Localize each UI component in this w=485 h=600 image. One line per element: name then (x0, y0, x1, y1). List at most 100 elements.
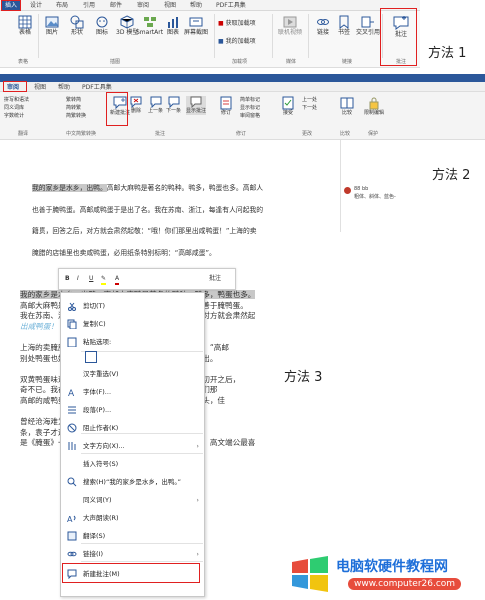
table-icon (18, 15, 32, 29)
menu-item-3[interactable]: 汉字重选(V) (61, 365, 206, 383)
ribbon2-tab-bar: 审阅 视图 帮助 PDF工具集 (0, 82, 485, 92)
next-comment-button[interactable]: 下一条 (166, 96, 181, 115)
tab-pdf-2[interactable]: PDF工具集 (82, 83, 112, 92)
shapes-icon (70, 15, 84, 29)
translate-icon (67, 531, 77, 541)
bookmark-button[interactable]: 书签 (337, 15, 351, 37)
mini-comment-button[interactable]: 批注 (209, 275, 221, 283)
method-2-label: 方法 2 (432, 168, 471, 183)
smartart-icon (143, 17, 156, 27)
context-menu: 剪切(T) 复制(C) 粘贴选项: 汉字重选(V) A 字体(F)... 段落(P)... 阻… (60, 292, 205, 597)
tab-mailings[interactable]: 邮件 (110, 1, 122, 10)
highlight-icon[interactable]: ✎ (101, 275, 107, 285)
show-comments-icon (190, 96, 202, 108)
highlight-insert-tab (1, 0, 21, 11)
track-changes-button[interactable]: 修订 (220, 96, 232, 117)
italic-icon[interactable]: I (77, 275, 79, 283)
screenshot-button[interactable]: 屏幕截图 (184, 15, 208, 37)
font-color-icon[interactable]: A (115, 275, 120, 285)
menu-item-label: 字体(F)... (83, 388, 112, 396)
block-author-icon (67, 423, 77, 433)
menu-item-label: 复制(C) (83, 320, 106, 328)
compare-button[interactable]: 比较 (340, 96, 354, 117)
chevron-right-icon: › (196, 496, 199, 504)
menu-item-10[interactable]: 同义词(Y) › (61, 491, 206, 509)
menu-item-label: 搜索(H)“我的家乡是水乡，出鸭。” (83, 478, 181, 486)
menu-separator (81, 433, 203, 434)
get-addins-button[interactable]: ■ 获取加载项 (218, 20, 256, 28)
avatar (344, 187, 351, 194)
menu-item-9[interactable]: 搜索(H)“我的家乡是水乡，出鸭。” (61, 473, 206, 491)
menu-item-6[interactable]: 阻止作者(K) (61, 419, 206, 437)
accept-icon (282, 96, 294, 110)
tab-help-2[interactable]: 帮助 (58, 83, 70, 92)
menu-item-8[interactable]: 插入符号(S) (61, 455, 206, 473)
tab-layout[interactable]: 布局 (56, 1, 68, 10)
online-video-button[interactable]: 联机视频 (278, 15, 302, 37)
method-3-label: 方法 3 (284, 370, 323, 385)
delete-comment-button[interactable]: 删除 (130, 96, 142, 115)
doc-line: 我的家乡是水乡，出鸭。高邮大麻鸭是著名的鸭种。鸭多，鸭蛋也多。高邮人 (32, 184, 264, 192)
doc-line: 腌腊的店铺里也卖咸鸭蛋，必用纸条特别标明：“高邮咸蛋”。 (32, 249, 216, 258)
menu-item-2[interactable]: 粘贴选项: (61, 333, 206, 351)
store-icon: ■ (218, 20, 224, 27)
copy-icon (67, 319, 77, 329)
search-icon (67, 477, 77, 487)
tab-references[interactable]: 引用 (83, 1, 95, 10)
menu-item-label: 段落(P)... (83, 406, 112, 414)
comment-author: 88 bb (354, 186, 369, 192)
comment-text: 粗体、斜体、蓝色- (354, 194, 396, 200)
menu-item-label: 插入符号(S) (83, 460, 119, 468)
tab-pdf[interactable]: PDF工具集 (216, 1, 246, 10)
menu-item-0[interactable]: 剪切(T) (61, 297, 206, 315)
bold-icon[interactable]: B (65, 275, 70, 283)
cube-icon (120, 15, 134, 29)
menu-item-11[interactable]: A 大声朗读(R) (61, 509, 206, 527)
picture-button[interactable]: 图片 (45, 15, 59, 37)
icons-button[interactable]: 图标 (95, 15, 109, 37)
link-button[interactable]: 链接 (316, 15, 330, 37)
cross-reference-button[interactable]: 交叉引用 (356, 15, 380, 37)
doc-line: 籍贯，回答之后，对方就会肃然起敬：“哦！你们那里出咸鸭蛋！”上海的卖 (32, 227, 257, 236)
3d-model-button[interactable]: 3D 模型 (116, 15, 138, 37)
tab-view-2[interactable]: 视图 (34, 83, 46, 92)
paste-keep-format-icon[interactable] (85, 351, 97, 363)
tab-review[interactable]: 审阅 (137, 1, 149, 10)
chinese-conversion-group: 繁转简 简转繁 简繁转换 (66, 97, 87, 119)
scissors-icon (68, 302, 76, 311)
menu-item-label: 剪切(T) (83, 302, 106, 310)
menu-item-5[interactable]: 段落(P)... (61, 401, 206, 419)
paste-icon (67, 337, 77, 347)
title-bar (0, 74, 485, 82)
delete-comment-icon (130, 96, 142, 108)
menu-item-4[interactable]: A 字体(F)... (61, 383, 206, 401)
accept-button[interactable]: 接受 (282, 96, 294, 117)
restrict-editing-button[interactable]: 限制编辑 (364, 96, 384, 117)
menu-separator (81, 453, 203, 454)
menu-item-1[interactable]: 复制(C) (61, 315, 206, 333)
link-icon (317, 19, 329, 25)
tab-view[interactable]: 视图 (164, 1, 176, 10)
menu-item-label: 汉字重选(V) (83, 370, 119, 378)
highlight-comment-button (380, 8, 417, 66)
underline-icon[interactable]: U (89, 275, 93, 283)
link-icon (67, 551, 77, 557)
table-button[interactable]: 表格 (18, 15, 32, 37)
tab-help[interactable]: 帮助 (190, 1, 202, 10)
smartart-button[interactable]: SmartArt (136, 15, 163, 37)
document-body: 我的家乡是水乡，出鸭。高邮大麻鸭是著名的鸭种。鸭多，鸭蛋也多。高邮人 也善于腌鸭… (32, 178, 297, 265)
selected-text: 我的家乡是水乡，出鸭。 (32, 184, 107, 192)
compare-icon (340, 97, 354, 109)
menu-separator (81, 351, 203, 352)
picture-icon (45, 16, 59, 28)
method-1-label: 方法 1 (428, 46, 467, 61)
shapes-button[interactable]: 形状 (70, 15, 84, 37)
my-addins-button[interactable]: ■ 我的加载项 (218, 38, 256, 46)
menu-separator (81, 543, 203, 544)
tab-design[interactable]: 设计 (30, 1, 42, 10)
previous-comment-button[interactable]: 上一条 (148, 96, 163, 115)
chart-button[interactable]: 图表 (166, 15, 180, 37)
watermark-title: 电脑软硬件教程网 (336, 559, 448, 575)
show-comments-button[interactable]: 显示批注 (186, 96, 207, 115)
highlight-review-tab (3, 81, 27, 92)
